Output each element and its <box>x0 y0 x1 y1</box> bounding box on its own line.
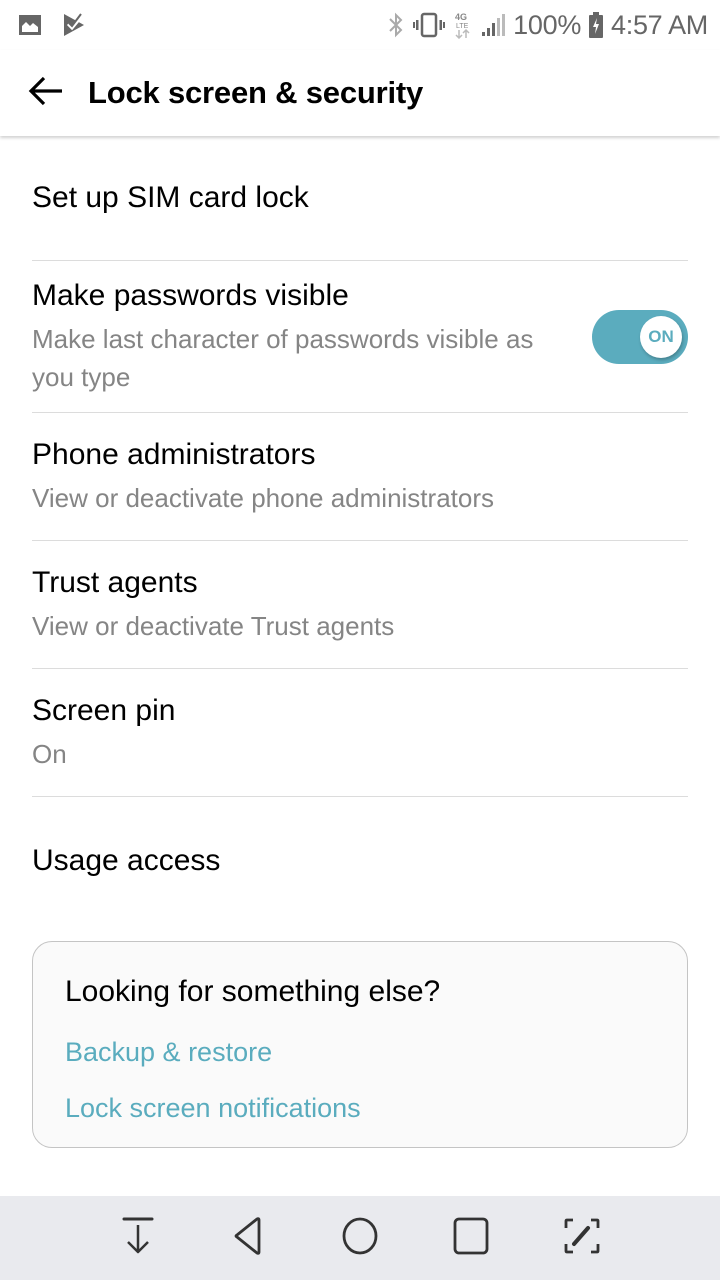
back-nav-button[interactable] <box>194 1196 305 1280</box>
setting-subtitle: View or deactivate phone administrators <box>32 482 494 513</box>
home-button[interactable] <box>305 1196 416 1280</box>
signal-icon <box>481 13 506 37</box>
gallery-icon <box>18 13 42 37</box>
setting-subtitle: View or deactivate Trust agents <box>32 610 395 641</box>
clock: 4:57 AM <box>611 9 708 40</box>
recents-square-icon <box>451 1216 491 1261</box>
suggestion-card-title: Looking for something else? <box>65 975 441 1008</box>
toggle-knob: ON <box>640 315 682 358</box>
capture-plus-icon <box>562 1216 602 1261</box>
svg-text:LTE: LTE <box>456 23 469 30</box>
setting-title: Usage access <box>32 844 221 877</box>
recents-button[interactable] <box>416 1196 527 1280</box>
setting-subtitle: Make last character of passwords visible… <box>32 323 534 392</box>
setting-title: Make passwords visible <box>32 278 349 312</box>
setting-title: Screen pin <box>32 693 176 727</box>
battery-percent: 100% <box>513 9 582 40</box>
page-title: Lock screen & security <box>88 75 424 110</box>
capture-plus-button[interactable] <box>527 1196 638 1280</box>
setting-sim-card-lock[interactable]: Set up SIM card lock <box>32 136 688 261</box>
bluetooth-icon <box>387 12 405 38</box>
battery-charging-icon <box>589 12 604 38</box>
status-bar: 4G LTE 100% 4:57 AM <box>0 0 720 50</box>
notification-pull-down-icon <box>121 1216 155 1261</box>
notification-pull-down-button[interactable] <box>83 1196 194 1280</box>
setting-title: Set up SIM card lock <box>32 181 309 214</box>
link-lock-screen-notifications[interactable]: Lock screen notifications <box>65 1090 655 1126</box>
vibrate-icon <box>413 12 446 38</box>
setting-make-passwords-visible[interactable]: Make passwords visible Make last charact… <box>32 261 688 413</box>
navigation-bar <box>0 1196 720 1280</box>
setting-usage-access[interactable]: Usage access <box>32 797 688 925</box>
setting-screen-pin[interactable]: Screen pin On <box>32 669 688 797</box>
play-store-check-icon <box>62 13 86 37</box>
svg-text:4G: 4G <box>455 12 467 22</box>
4g-lte-icon: 4G LTE <box>453 11 473 39</box>
arrow-left-icon <box>28 75 64 112</box>
setting-trust-agents[interactable]: Trust agents View or deactivate Trust ag… <box>32 541 688 669</box>
back-triangle-icon <box>232 1216 266 1261</box>
setting-title: Trust agents <box>32 565 198 599</box>
back-button[interactable] <box>20 67 72 119</box>
link-backup-restore[interactable]: Backup & restore <box>65 1034 655 1070</box>
home-circle-icon <box>340 1216 380 1261</box>
setting-title: Phone administrators <box>32 437 316 471</box>
setting-phone-administrators[interactable]: Phone administrators View or deactivate … <box>32 413 688 541</box>
setting-subtitle: On <box>32 738 67 769</box>
suggestion-card: Looking for something else? Backup & res… <box>32 941 688 1148</box>
settings-list: Set up SIM card lock Make passwords visi… <box>0 136 720 925</box>
app-bar: Lock screen & security <box>0 50 720 136</box>
passwords-visible-toggle[interactable]: ON <box>592 309 688 364</box>
